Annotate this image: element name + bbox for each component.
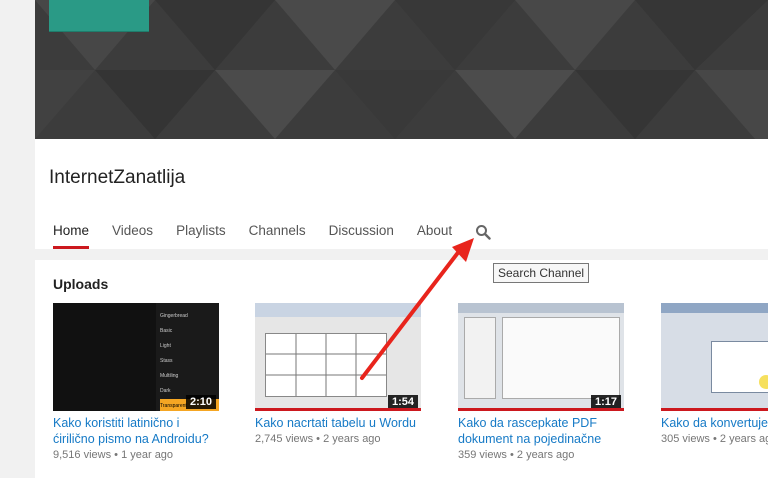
video-meta: 305 views • 2 years ago <box>661 433 768 445</box>
uploads-title: Uploads <box>53 276 109 292</box>
video-duration: 1:17 <box>590 395 621 409</box>
channel-title: InternetZanatlija <box>49 167 186 188</box>
video-thumbnail[interactable]: Gingerbread Basic Light Stass Multiling … <box>53 303 219 411</box>
video-title[interactable]: Kako koristiti latinično i ćirilično pis… <box>53 415 219 447</box>
upload-age: 1 year ago <box>121 449 174 461</box>
watched-progress-bar <box>458 408 624 411</box>
video-title[interactable]: Kako da konvertuje video format u aud <box>661 415 768 431</box>
menu-option: Basic <box>160 328 173 334</box>
menu-option: Stass <box>160 358 173 364</box>
thumbnail-titlebar <box>661 303 768 313</box>
video-meta: 9,516 views • 1 year ago <box>53 449 174 461</box>
thumbnail-ribbon <box>255 303 421 317</box>
uploads-section: Uploads Gingerbread Basic Light Stass Mu… <box>35 260 768 478</box>
video-item[interactable]: 1:17 Kako da rascepkate PDF dokument na … <box>458 303 624 461</box>
tab-about[interactable]: About <box>417 214 452 248</box>
video-title[interactable]: Kako da rascepkate PDF dokument na pojed… <box>458 415 624 447</box>
tab-channels[interactable]: Channels <box>249 214 306 248</box>
thumbnail-cursor-highlight <box>759 375 768 389</box>
channel-tabs: Home Videos Playlists Channels Discussio… <box>35 214 457 249</box>
video-item[interactable]: Kako da konvertuje video format u aud 30… <box>661 303 768 445</box>
upload-age: 2 years ago <box>516 449 575 461</box>
video-duration: 1:54 <box>387 395 418 409</box>
video-item[interactable]: Gingerbread Basic Light Stass Multiling … <box>53 303 219 461</box>
thumbnail-document <box>502 317 620 399</box>
video-meta: 2,745 views • 2 years ago <box>255 433 381 445</box>
video-meta: 359 views • 2 years ago <box>458 449 575 461</box>
menu-option: Light <box>160 343 171 349</box>
upload-age: 2 years ago <box>719 433 768 445</box>
video-item[interactable]: 1:54 Kako nacrtati tabelu u Wordu 2,745 … <box>255 303 421 445</box>
search-channel-tooltip: Search Channel <box>493 263 590 283</box>
channel-avatar[interactable] <box>49 0 149 32</box>
view-count: 305 views <box>661 433 710 445</box>
thumbnail-table <box>265 333 387 397</box>
thumbnail-panel <box>464 317 496 399</box>
tab-discussion[interactable]: Discussion <box>329 214 394 248</box>
watched-progress-bar <box>255 408 421 411</box>
video-thumbnail[interactable]: 1:54 <box>255 303 421 411</box>
tab-home[interactable]: Home <box>53 214 90 249</box>
view-count: 9,516 views <box>53 449 112 461</box>
menu-option: Multiling <box>160 373 179 379</box>
thumbnail-titlebar <box>458 303 624 313</box>
view-count: 359 views <box>458 449 507 461</box>
video-duration: 2:10 <box>185 395 216 409</box>
tab-videos[interactable]: Videos <box>112 214 153 248</box>
video-thumbnail[interactable] <box>661 303 768 411</box>
watched-progress-bar <box>661 408 768 411</box>
video-thumbnail[interactable]: 1:17 <box>458 303 624 411</box>
search-channel-button[interactable] <box>475 224 491 240</box>
search-icon <box>476 225 491 240</box>
menu-option: Gingerbread <box>160 313 188 319</box>
video-title[interactable]: Kako nacrtati tabelu u Wordu <box>255 415 421 431</box>
channel-header: InternetZanatlija Home Videos Playlists … <box>35 139 768 249</box>
upload-age: 2 years ago <box>323 433 381 445</box>
tab-playlists[interactable]: Playlists <box>176 214 226 248</box>
view-count: 2,745 views <box>255 433 314 445</box>
